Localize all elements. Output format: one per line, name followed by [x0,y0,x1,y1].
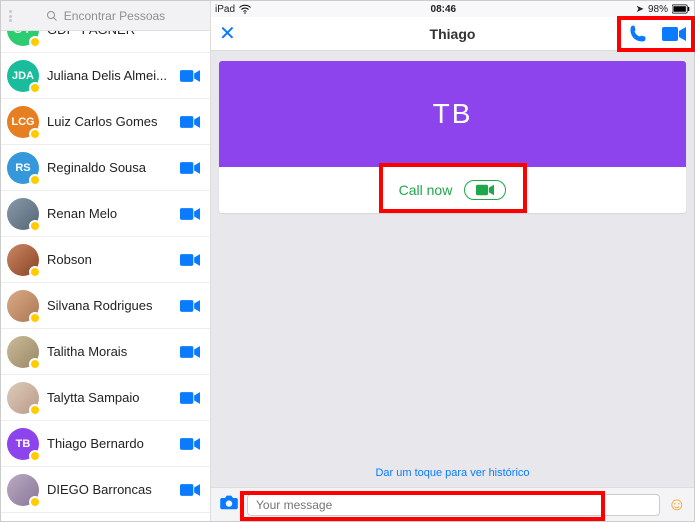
contact-row[interactable]: G-F GDI - FAGNER [1,31,210,53]
contact-name: Juliana Delis Almei... [47,68,172,83]
avatar [7,290,39,322]
avatar [7,244,39,276]
video-icon[interactable] [180,299,202,313]
contact-name: Renan Melo [47,206,172,221]
avatar [7,336,39,368]
contact-name: Luiz Carlos Gomes [47,114,172,129]
contact-row[interactable]: RS Reginaldo Sousa [1,145,210,191]
avatar [7,474,39,506]
contact-name: GDI - FAGNER [47,31,202,37]
status-badge [29,220,41,232]
location-icon: ➤ [636,4,644,15]
call-now-row[interactable]: Call now [219,167,686,213]
status-bar: iPad 08:46 ➤ 98% [211,1,694,17]
call-now-video-pill[interactable] [464,180,506,200]
profile-card: TB Call now [219,61,686,213]
profile-card-wrap: TB Call now [211,51,694,223]
video-icon[interactable] [180,391,202,405]
chat-pane: iPad 08:46 ➤ 98% ✕ Thiago [211,1,694,521]
contact-list[interactable]: G-F GDI - FAGNER JDA Juliana Delis Almei...… [1,31,210,521]
status-badge [29,36,41,48]
contact-row[interactable]: Renan Melo [1,191,210,237]
battery-label: 98% [648,4,668,15]
avatar: G-F [7,31,39,46]
menu-icon[interactable] [7,8,23,24]
video-icon[interactable] [180,69,202,83]
avatar: JDA [7,60,39,92]
avatar: LCG [7,106,39,138]
message-text-field[interactable] [256,495,651,515]
contact-name: Talitha Morais [47,344,172,359]
message-input[interactable] [247,494,660,516]
message-input-bar: ☺ [211,487,694,521]
video-call-button[interactable] [662,26,686,42]
contact-name: DIEGO Barroncas [47,482,172,497]
contact-row[interactable]: Silvana Rodrigues [1,283,210,329]
video-icon[interactable] [180,115,202,129]
history-hint[interactable]: Dar um toque para ver histórico [211,467,694,479]
search-input[interactable]: Encontrar Pessoas [1,1,210,31]
contact-row[interactable]: Talitha Morais [1,329,210,375]
status-badge [29,82,41,94]
status-badge [29,496,41,508]
status-badge [29,450,41,462]
close-button[interactable]: ✕ [219,21,236,46]
clock: 08:46 [431,4,457,15]
profile-banner: TB [219,61,686,167]
video-icon[interactable] [180,483,202,497]
contact-row[interactable]: TB Thiago Bernardo [1,421,210,467]
avatar: RS [7,152,39,184]
profile-initials: TB [433,98,473,130]
status-badge [29,266,41,278]
chat-header: ✕ Thiago [211,17,694,51]
video-icon[interactable] [180,161,202,175]
contact-row[interactable]: LCG Luiz Carlos Gomes [1,99,210,145]
video-icon[interactable] [180,345,202,359]
contact-row[interactable]: DIEGO Barroncas [1,467,210,513]
contacts-sidebar: Encontrar Pessoas G-F GDI - FAGNER JDA Juli… [1,1,211,521]
search-bar: Encontrar Pessoas [1,1,210,31]
camera-button[interactable] [219,494,239,515]
chat-title: Thiago [211,26,694,42]
contact-name: Thiago Bernardo [47,436,172,451]
call-now-label: Call now [399,182,453,198]
contact-row[interactable]: Robson [1,237,210,283]
contact-name: Robson [47,252,172,267]
battery-icon [672,4,690,14]
wifi-icon [239,4,251,14]
status-badge [29,174,41,186]
contact-name: Talytta Sampaio [47,390,172,405]
status-badge [29,404,41,416]
app-root: Encontrar Pessoas G-F GDI - FAGNER JDA Juli… [0,0,695,522]
video-icon[interactable] [180,207,202,221]
contact-name: Reginaldo Sousa [47,160,172,175]
status-badge [29,312,41,324]
status-badge [29,358,41,370]
emoji-button[interactable]: ☺ [668,494,686,515]
search-placeholder: Encontrar Pessoas [64,9,165,23]
chat-body[interactable]: Dar um toque para ver histórico [211,223,694,487]
contact-name: Silvana Rodrigues [47,298,172,313]
status-badge [29,128,41,140]
contact-row[interactable]: JDA Juliana Delis Almei... [1,53,210,99]
contact-row[interactable]: Talytta Sampaio [1,375,210,421]
avatar: TB [7,428,39,460]
carrier-label: iPad [215,4,235,15]
video-icon[interactable] [180,437,202,451]
search-icon [46,10,58,22]
phone-call-button[interactable] [628,24,648,44]
video-icon[interactable] [180,253,202,267]
avatar [7,382,39,414]
avatar [7,198,39,230]
